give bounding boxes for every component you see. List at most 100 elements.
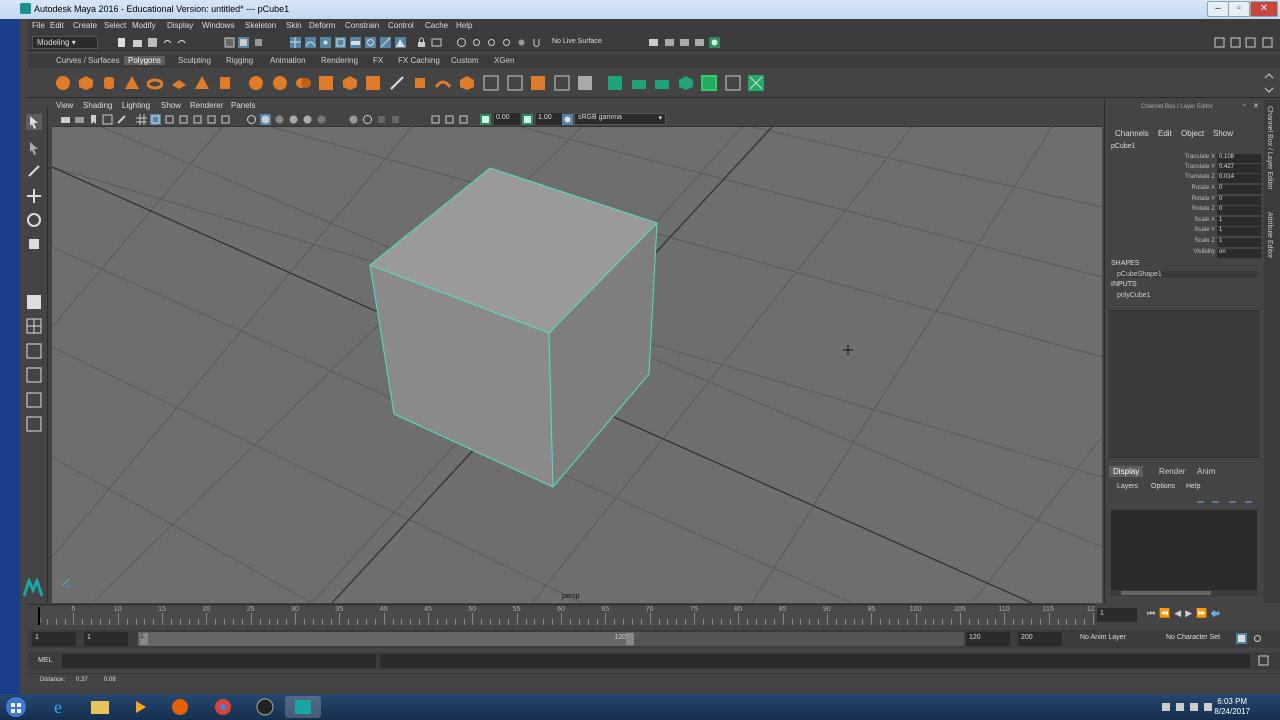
persp-hypershade-icon[interactable]	[26, 392, 42, 408]
camera-select-icon[interactable]	[60, 114, 71, 125]
move-layer-up-icon[interactable]	[1195, 496, 1206, 507]
layout-icon-1[interactable]	[1230, 37, 1241, 48]
move-layer-down-icon[interactable]	[1210, 496, 1221, 507]
mel-input[interactable]	[62, 654, 376, 668]
single-perspective-icon[interactable]	[26, 294, 42, 310]
range-end-handle[interactable]	[626, 633, 634, 645]
merge-icon[interactable]	[554, 75, 570, 91]
internet-explorer-icon[interactable]: e	[42, 696, 78, 718]
poly-pipe-icon[interactable]	[217, 75, 233, 91]
render-frame-icon[interactable]	[471, 37, 482, 48]
snap-surface-icon[interactable]	[350, 37, 361, 48]
render-current-icon[interactable]	[664, 37, 675, 48]
separate-icon[interactable]	[272, 75, 288, 91]
film-gate-icon[interactable]	[150, 114, 161, 125]
uv-cylindrical-icon[interactable]	[631, 75, 647, 91]
maya-taskbar-icon[interactable]	[285, 696, 321, 718]
undo-icon[interactable]	[162, 37, 173, 48]
layer-menu-layers[interactable]: Layers	[1117, 483, 1138, 490]
render-settings-icon[interactable]	[501, 37, 512, 48]
safe-action-icon[interactable]	[206, 114, 217, 125]
poly-torus-icon[interactable]	[147, 75, 163, 91]
gate-mask-icon[interactable]	[178, 114, 189, 125]
gamma-toggle-icon[interactable]	[522, 114, 533, 125]
current-time-marker[interactable]	[38, 607, 40, 625]
perspective-viewport[interactable]: persp	[52, 127, 1102, 603]
channel-visibility[interactable]: Visibility on	[1105, 249, 1261, 259]
mode-selector[interactable]: Modeling ▾	[32, 36, 98, 49]
playback-buttons[interactable]: ⏮⏪◀▶⏩⏭	[1147, 608, 1223, 619]
bridge-icon[interactable]	[435, 75, 451, 91]
extrude-icon[interactable]	[412, 75, 428, 91]
fill-hole-icon[interactable]	[577, 75, 593, 91]
chrome-icon[interactable]	[205, 696, 241, 718]
layer-tab-display[interactable]: Display	[1109, 466, 1144, 477]
minimize-button[interactable]: –	[1207, 1, 1229, 17]
image-plane-icon[interactable]	[102, 114, 113, 125]
wireframe-on-shaded-icon[interactable]	[274, 114, 285, 125]
channel-value[interactable]: 0	[1217, 206, 1261, 215]
rotate-tool-icon[interactable]	[26, 212, 42, 228]
menu-cache[interactable]: Cache	[425, 21, 448, 30]
snap-grid-icon[interactable]	[290, 37, 301, 48]
layer-tab-render[interactable]: Render	[1155, 466, 1189, 477]
render-globals-icon[interactable]	[694, 37, 705, 48]
animation-start-field[interactable]: 1	[32, 632, 76, 646]
layout-icon-2[interactable]	[1245, 37, 1256, 48]
viewport-menu-shading[interactable]: Shading	[83, 101, 112, 110]
hypershade-icon[interactable]	[516, 37, 527, 48]
lock-icon[interactable]	[416, 37, 427, 48]
color-management-icon[interactable]	[562, 114, 573, 125]
isolate-select-icon[interactable]	[430, 114, 441, 125]
paint-select-icon[interactable]	[26, 163, 42, 179]
uv-spherical-icon[interactable]	[654, 75, 670, 91]
poly-cube-icon[interactable]	[78, 75, 94, 91]
ambient-occlusion-icon[interactable]	[348, 114, 359, 125]
snap-vertex-icon[interactable]	[365, 37, 376, 48]
layer-tab-anim[interactable]: Anim	[1193, 466, 1219, 477]
lasso-tool-icon[interactable]	[26, 140, 42, 156]
depth-of-field-icon[interactable]	[390, 114, 401, 125]
menu-deform[interactable]: Deform	[309, 21, 335, 30]
xray-icon[interactable]	[444, 114, 455, 125]
menu-modify[interactable]: Modify	[132, 21, 156, 30]
snap-point-icon[interactable]	[320, 37, 331, 48]
system-clock[interactable]: 6:03 PM 8/24/2017	[1214, 697, 1250, 717]
uv-automatic-icon[interactable]	[678, 75, 694, 91]
uv-planar-icon[interactable]	[607, 75, 623, 91]
anim-layer-dropdown[interactable]: No Anim Layer	[1080, 634, 1126, 641]
viewport-menu-panels[interactable]: Panels	[231, 101, 255, 110]
smooth-shade-icon[interactable]	[260, 114, 271, 125]
shelf-tab-animation[interactable]: Animation	[266, 56, 310, 65]
new-layer-selected-icon[interactable]	[1243, 496, 1254, 507]
wireframe-icon[interactable]	[246, 114, 257, 125]
view-transform-dropdown[interactable]: sRGB gamma ▾	[574, 113, 666, 125]
preferences-icon[interactable]	[1252, 633, 1263, 644]
channel-value[interactable]: on	[1217, 249, 1261, 258]
exposure-toggle-icon[interactable]	[480, 114, 491, 125]
close-panel-icon[interactable]: ✕	[1253, 102, 1259, 110]
poly-plane-icon[interactable]	[171, 75, 187, 91]
channel-rotate-y[interactable]: Rotate Y0	[1105, 196, 1261, 206]
channel-translate-x[interactable]: Translate X 0.108	[1105, 154, 1261, 164]
shape-node[interactable]: pCubeShape1	[1117, 271, 1257, 278]
layer-menu-help[interactable]: Help	[1186, 483, 1200, 490]
channel-value[interactable]: 1	[1217, 238, 1261, 247]
open-scene-icon[interactable]	[132, 37, 143, 48]
live-surface-label[interactable]: No Live Surface	[552, 38, 602, 45]
start-button-icon[interactable]	[4, 696, 28, 718]
poly-disc-icon[interactable]	[194, 75, 210, 91]
channel-scale-x[interactable]: Scale X1	[1105, 217, 1261, 227]
resolution-gate-icon[interactable]	[164, 114, 175, 125]
menu-help[interactable]: Help	[456, 21, 472, 30]
cb-menu-edit[interactable]: Edit	[1158, 129, 1172, 138]
layer-horizontal-scrollbar[interactable]	[1111, 590, 1257, 596]
combine-icon[interactable]	[248, 75, 264, 91]
maximize-button[interactable]: ▫	[1228, 1, 1250, 17]
poly-sphere-icon[interactable]	[55, 75, 71, 91]
range-slider[interactable]: 1 120	[138, 632, 634, 646]
channel-value[interactable]: 0	[1217, 185, 1261, 194]
system-tray-icons[interactable]	[1160, 700, 1220, 714]
3ds-max-icon[interactable]	[247, 696, 283, 718]
mirror-icon[interactable]	[365, 75, 381, 91]
